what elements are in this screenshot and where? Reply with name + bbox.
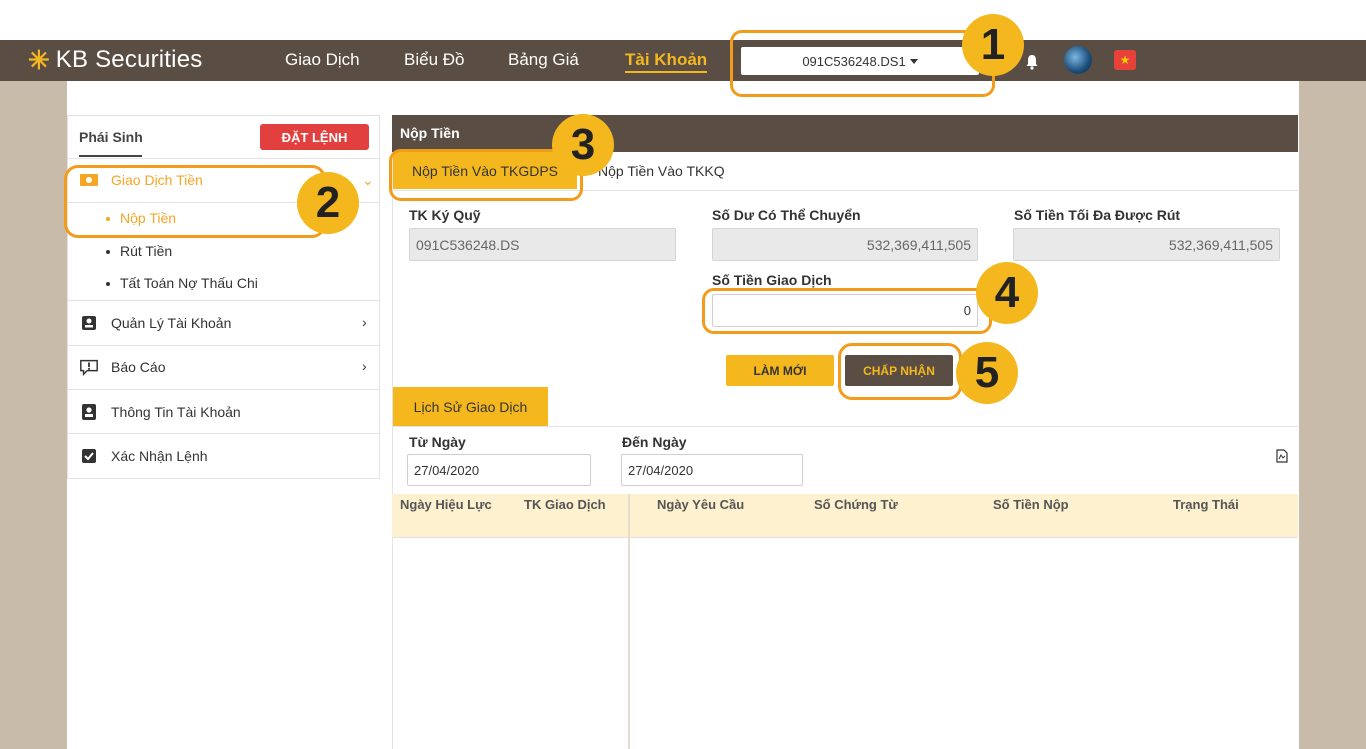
annotation-badge-4: 4 (976, 262, 1038, 324)
sub-item-label: Tất Toán Nợ Thấu Chi (120, 275, 258, 291)
to-date-input[interactable]: 27/04/2020 (621, 454, 803, 486)
checkbox-icon (79, 448, 99, 464)
bullet-icon (106, 250, 110, 255)
column-tk-giao-dich[interactable]: TK Giao Dịch (524, 497, 606, 512)
annotation-ring-5 (838, 343, 962, 400)
sidebar-item-xac-nhan-lenh[interactable]: Xác Nhận Lệnh (79, 448, 208, 464)
sub-item-tat-toan[interactable]: Tất Toán Nợ Thấu Chi (106, 275, 258, 291)
sidebar-item-thong-tin-tai-khoan[interactable]: Thông Tin Tài Khoản (79, 404, 241, 420)
column-so-tien-nop[interactable]: Số Tiền Nộp (993, 497, 1069, 512)
refresh-button[interactable]: LÀM MỚI (726, 355, 834, 386)
column-trang-thai[interactable]: Trạng Thái (1173, 497, 1239, 512)
from-date-input[interactable]: 27/04/2020 (407, 454, 591, 486)
divider (67, 345, 380, 346)
account-card-icon (79, 315, 99, 331)
table-column-divider (628, 494, 630, 749)
sidebar-item-quan-ly-tai-khoan[interactable]: Quản Lý Tài Khoản (79, 315, 231, 331)
transferable-balance-label: Số Dư Có Thể Chuyển (712, 207, 861, 223)
page-background-left (0, 81, 67, 749)
annotation-ring-1 (730, 30, 995, 97)
nav-bieu-do[interactable]: Biểu Đồ (404, 50, 464, 70)
column-ngay-yeu-cau[interactable]: Ngày Yêu Cầu (657, 497, 744, 512)
place-order-button[interactable]: ĐẶT LỆNH (260, 124, 369, 150)
max-withdraw-field: 532,369,411,505 (1013, 228, 1280, 261)
pdf-export-icon[interactable] (1276, 449, 1288, 463)
divider (67, 300, 380, 301)
user-avatar-globe[interactable] (1064, 46, 1092, 74)
annotation-badge-1: 1 (962, 14, 1024, 76)
sidebar-item-bao-cao[interactable]: Báo Cáo (79, 359, 166, 376)
vietnam-flag-icon[interactable]: ★ (1114, 50, 1136, 70)
sidebar-title[interactable]: Phái Sinh (79, 129, 143, 145)
annotation-ring-4 (702, 288, 992, 334)
column-so-chung-tu[interactable]: Số Chứng Từ (814, 497, 898, 512)
top-margin (0, 0, 1366, 40)
kb-securities-logo[interactable]: ✳ KB Securities (28, 44, 202, 76)
sub-item-rut-tien[interactable]: Rút Tiền (106, 243, 172, 259)
margin-account-field: 091C536248.DS (409, 228, 676, 261)
chevron-right-icon[interactable]: › (362, 358, 367, 374)
annotation-badge-2: 2 (297, 172, 359, 234)
nav-bang-gia[interactable]: Bảng Giá (508, 50, 579, 70)
sidebar-item-label: Báo Cáo (111, 359, 166, 375)
sidebar-title-underline (79, 155, 142, 157)
annotation-ring-2 (64, 165, 326, 238)
max-withdraw-label: Số Tiền Tối Đa Được Rút (1014, 207, 1181, 223)
nav-tai-khoan[interactable]: Tài Khoản (625, 50, 707, 70)
table-header-divider (392, 537, 1298, 538)
from-date-label: Từ Ngày (409, 434, 466, 450)
kb-star-icon: ✳ (28, 45, 50, 75)
annotation-badge-5: 5 (956, 342, 1018, 404)
transferable-balance-field: 532,369,411,505 (712, 228, 978, 261)
annotation-badge-3: 3 (552, 114, 614, 176)
sub-item-label: Rút Tiền (120, 243, 173, 259)
bullet-icon (106, 282, 110, 287)
divider (67, 158, 380, 159)
divider (67, 389, 380, 390)
logo-text: KB Securities (55, 46, 203, 73)
chevron-right-icon[interactable]: › (362, 314, 367, 330)
divider (67, 433, 380, 434)
column-ngay-hieu-luc[interactable]: Ngày Hiệu Lực (400, 497, 492, 512)
history-tab-divider (392, 426, 1298, 427)
sidebar-item-label: Quản Lý Tài Khoản (111, 315, 232, 331)
tab-transaction-history[interactable]: Lịch Sử Giao Dịch (393, 387, 548, 426)
to-date-label: Đến Ngày (622, 434, 687, 450)
panel-title: Nộp Tiền (392, 115, 1298, 152)
sidebar-item-label: Xác Nhận Lệnh (111, 448, 208, 464)
sidebar-item-label: Thông Tin Tài Khoản (111, 404, 241, 420)
user-badge-icon (79, 404, 99, 420)
tab-nop-tien-tkkq[interactable]: Nộp Tiền Vào TKKQ (598, 163, 725, 179)
bell-icon[interactable] (1025, 54, 1039, 70)
margin-account-label: TK Ký Quỹ (409, 207, 481, 223)
chevron-down-icon[interactable]: ⌄ (362, 172, 374, 189)
transaction-amount-label: Số Tiền Giao Dịch (712, 272, 832, 288)
nav-giao-dich[interactable]: Giao Dịch (285, 50, 360, 70)
report-icon (79, 359, 99, 376)
page-background-right (1299, 81, 1366, 749)
active-nav-underline (625, 71, 707, 73)
